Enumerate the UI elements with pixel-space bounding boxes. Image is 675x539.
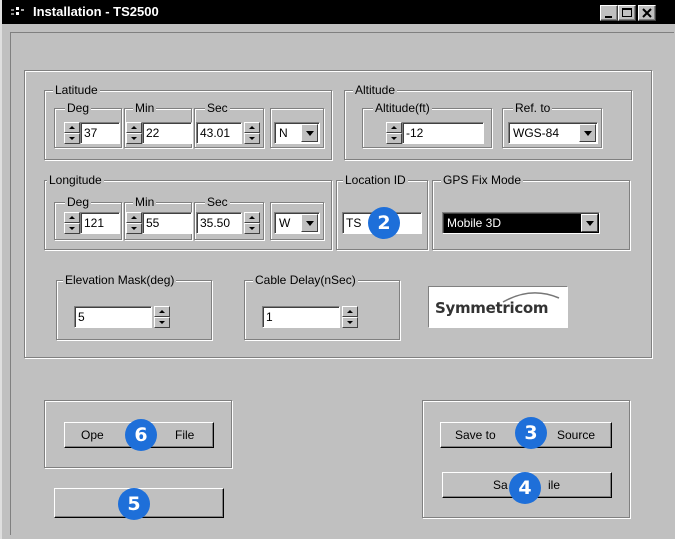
alt-ft-label: Altitude(ft) <box>373 101 432 115</box>
maximize-button[interactable] <box>618 5 636 21</box>
elevation-mask-field[interactable]: 5 <box>74 306 152 328</box>
lon-deg-up[interactable] <box>64 212 80 223</box>
lon-sec-spinner[interactable] <box>244 212 260 234</box>
elevation-mask-spinner[interactable] <box>154 306 170 328</box>
lat-min-field[interactable]: 22 <box>142 122 192 144</box>
lon-sec-label: Sec <box>205 195 230 209</box>
window-bottom-edge <box>2 535 675 539</box>
lat-hemisphere-value: N <box>279 126 288 140</box>
close-icon <box>642 8 652 18</box>
lon-min-label: Min <box>133 195 157 209</box>
longitude-legend: Longitude <box>47 173 104 187</box>
lon-min-spinner[interactable] <box>126 212 142 234</box>
lat-min-spinner[interactable] <box>126 122 142 144</box>
lat-hemisphere-select[interactable]: N <box>274 122 320 144</box>
elevation-mask-down[interactable] <box>154 317 170 328</box>
chevron-down-icon[interactable] <box>301 214 318 232</box>
ref-value: WGS-84 <box>513 126 560 140</box>
callout-badge-2: 2 <box>368 207 400 239</box>
gps-fix-mode-legend: GPS Fix Mode <box>441 173 524 187</box>
lon-min-up[interactable] <box>126 212 142 223</box>
lon-sec-field[interactable]: 35.50 <box>196 212 242 234</box>
lon-deg-down[interactable] <box>64 223 80 234</box>
maximize-icon <box>622 8 632 17</box>
lat-min-label: Min <box>133 101 157 115</box>
ref-label: Ref. to <box>513 101 553 115</box>
save-file-label-tail: ile <box>548 478 561 492</box>
lon-deg-label: Deg <box>65 195 92 209</box>
elevation-mask-legend: Elevation Mask(deg) <box>63 273 177 287</box>
app-icon <box>11 7 24 15</box>
cable-delay-down[interactable] <box>342 317 358 328</box>
cable-delay-up[interactable] <box>342 306 358 317</box>
installation-window: Installation - TS2500 Latitude Deg 37 Mi… <box>0 0 675 539</box>
lat-min-up[interactable] <box>126 122 142 133</box>
alt-down[interactable] <box>386 133 402 144</box>
minimize-button[interactable] <box>600 5 618 21</box>
chevron-down-icon[interactable] <box>581 214 598 232</box>
logo-text: Symmetricom <box>435 299 549 317</box>
lon-sec-down[interactable] <box>244 223 260 234</box>
lat-deg-label: Deg <box>65 101 92 115</box>
altitude-legend: Altitude <box>353 83 398 97</box>
lon-min-field[interactable]: 55 <box>142 212 192 234</box>
lat-sec-field[interactable]: 43.01 <box>196 122 242 144</box>
lon-deg-spinner[interactable] <box>64 212 80 234</box>
symmetricom-logo: Symmetricom <box>428 286 568 328</box>
gps-fix-mode-value: Mobile 3D <box>447 216 502 230</box>
save-to-source-label-tail: Source <box>557 428 596 442</box>
chevron-down-icon[interactable] <box>579 124 596 142</box>
title-bar[interactable]: Installation - TS2500 <box>2 0 675 24</box>
location-id-legend: Location ID <box>343 173 408 187</box>
save-to-source-label-head: Save to <box>455 428 496 442</box>
latitude-legend: Latitude <box>53 83 100 97</box>
lat-sec-up[interactable] <box>244 122 260 133</box>
close-button[interactable] <box>638 5 656 21</box>
lat-min-down[interactable] <box>126 133 142 144</box>
altitude-field[interactable]: -12 <box>402 122 484 144</box>
elevation-mask-up[interactable] <box>154 306 170 317</box>
lat-sec-spinner[interactable] <box>244 122 260 144</box>
save-file-label-head: Sa <box>493 478 508 492</box>
gps-fix-mode-select[interactable]: Mobile 3D <box>442 212 600 234</box>
cable-delay-field[interactable]: 1 <box>262 306 340 328</box>
open-file-label-tail: File <box>175 428 195 442</box>
alt-up[interactable] <box>386 122 402 133</box>
lon-sec-up[interactable] <box>244 212 260 223</box>
lat-sec-label: Sec <box>205 101 230 115</box>
lat-deg-field[interactable]: 37 <box>80 122 120 144</box>
ref-select[interactable]: WGS-84 <box>508 122 598 144</box>
callout-badge-6: 6 <box>125 419 157 451</box>
alt-spinner[interactable] <box>386 122 402 144</box>
lat-deg-up[interactable] <box>64 122 80 133</box>
cable-delay-legend: Cable Delay(nSec) <box>253 273 358 287</box>
chevron-down-icon[interactable] <box>301 124 318 142</box>
lat-sec-down[interactable] <box>244 133 260 144</box>
lon-hemisphere-select[interactable]: W <box>274 212 320 234</box>
lon-min-down[interactable] <box>126 223 142 234</box>
lat-deg-spinner[interactable] <box>64 122 80 144</box>
minimize-icon <box>605 16 612 18</box>
callout-badge-3: 3 <box>515 417 547 449</box>
cable-delay-spinner[interactable] <box>342 306 358 328</box>
open-file-label-head: Ope <box>81 428 104 442</box>
lon-hemisphere-value: W <box>279 216 291 230</box>
callout-badge-4: 4 <box>509 472 541 504</box>
lon-deg-field[interactable]: 121 <box>80 212 120 234</box>
lat-deg-down[interactable] <box>64 133 80 144</box>
window-title: Installation - TS2500 <box>33 4 159 19</box>
callout-badge-5: 5 <box>118 488 150 520</box>
